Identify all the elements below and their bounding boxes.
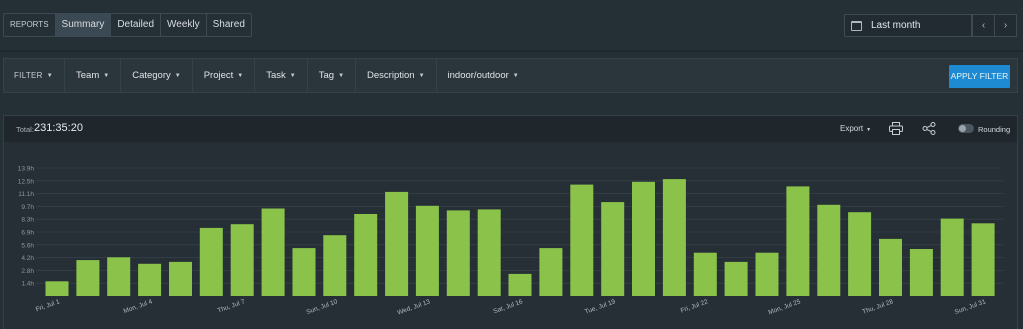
bar-jul-23[interactable] (724, 261, 748, 296)
y-tick-label: 5.6h (21, 242, 34, 249)
y-tick-label: 9.7h (21, 204, 34, 211)
bar-jul-19[interactable] (601, 202, 625, 296)
bar-jul-3[interactable] (107, 257, 131, 296)
bar-jul-20[interactable] (632, 181, 655, 296)
y-tick-label: 6.9h (21, 230, 34, 237)
bar-jul-29[interactable] (909, 249, 933, 296)
x-tick-label: Fri, Jul 22 (680, 298, 710, 314)
x-tick-label: Thu, Jul 7 (217, 298, 247, 314)
x-tick-label: Sun, Jul 10 (306, 298, 339, 316)
x-tick-label: Thu, Jul 28 (862, 298, 895, 316)
bar-jul-9[interactable] (292, 248, 316, 296)
y-tick-label: 11.1h (18, 191, 34, 198)
x-tick-label: Sat, Jul 16 (492, 298, 524, 315)
y-tick-label: 1.4h (21, 281, 34, 288)
bar-jul-11[interactable] (354, 214, 378, 296)
bar-jul-14[interactable] (446, 210, 470, 296)
bar-jul-13[interactable] (415, 205, 439, 296)
bar-jul-10[interactable] (323, 235, 347, 296)
bar-jul-16[interactable] (508, 273, 532, 296)
bar-jul-7[interactable] (230, 224, 254, 296)
bar-jul-31[interactable] (971, 223, 995, 296)
bar-jul-28[interactable] (879, 238, 902, 296)
bar-jul-12[interactable] (385, 191, 409, 296)
bar-chart: 1.4h 2.8h 4.2h 5.6h 6.9h 8.3h 9.7h 11.1h 12.5h 13… (18, 166, 1003, 317)
bar-jul-22[interactable] (693, 252, 717, 296)
bar-jul-24[interactable] (755, 252, 779, 296)
x-tick-label: Mon, Jul 25 (768, 298, 802, 316)
bar-jul-6[interactable] (199, 227, 223, 296)
y-tick-label: 13.9h (18, 166, 35, 173)
y-tick-label: 4.2h (21, 255, 34, 262)
bar-jul-27[interactable] (848, 212, 872, 296)
bar-jul-2[interactable] (76, 260, 100, 296)
bar-jul-5[interactable] (169, 261, 192, 296)
bar-jul-21[interactable] (662, 179, 686, 296)
x-tick-label: Tue, Jul 19 (584, 298, 617, 316)
bar-jul-4[interactable] (138, 263, 162, 296)
bar-jul-26[interactable] (817, 204, 841, 296)
y-tick-label: 8.3h (21, 217, 34, 224)
x-tick-label: Sun, Jul 31 (954, 298, 987, 316)
x-tick-label: Mon, Jul 4 (123, 298, 154, 315)
y-tick-label: 12.5h (18, 178, 35, 185)
x-tick-label: Wed, Jul 13 (397, 298, 432, 316)
bar-jul-25[interactable] (786, 186, 810, 296)
bar-jul-8[interactable] (261, 208, 285, 297)
bar-jul-18[interactable] (570, 184, 594, 296)
bar-jul-15[interactable] (477, 209, 501, 296)
bar-jul-17[interactable] (539, 248, 563, 296)
bar-jul-1[interactable] (45, 281, 69, 296)
bar-jul-30[interactable] (940, 218, 964, 296)
y-tick-label: 2.8h (21, 268, 34, 275)
x-tick-label: Fri, Jul 1 (35, 298, 61, 313)
